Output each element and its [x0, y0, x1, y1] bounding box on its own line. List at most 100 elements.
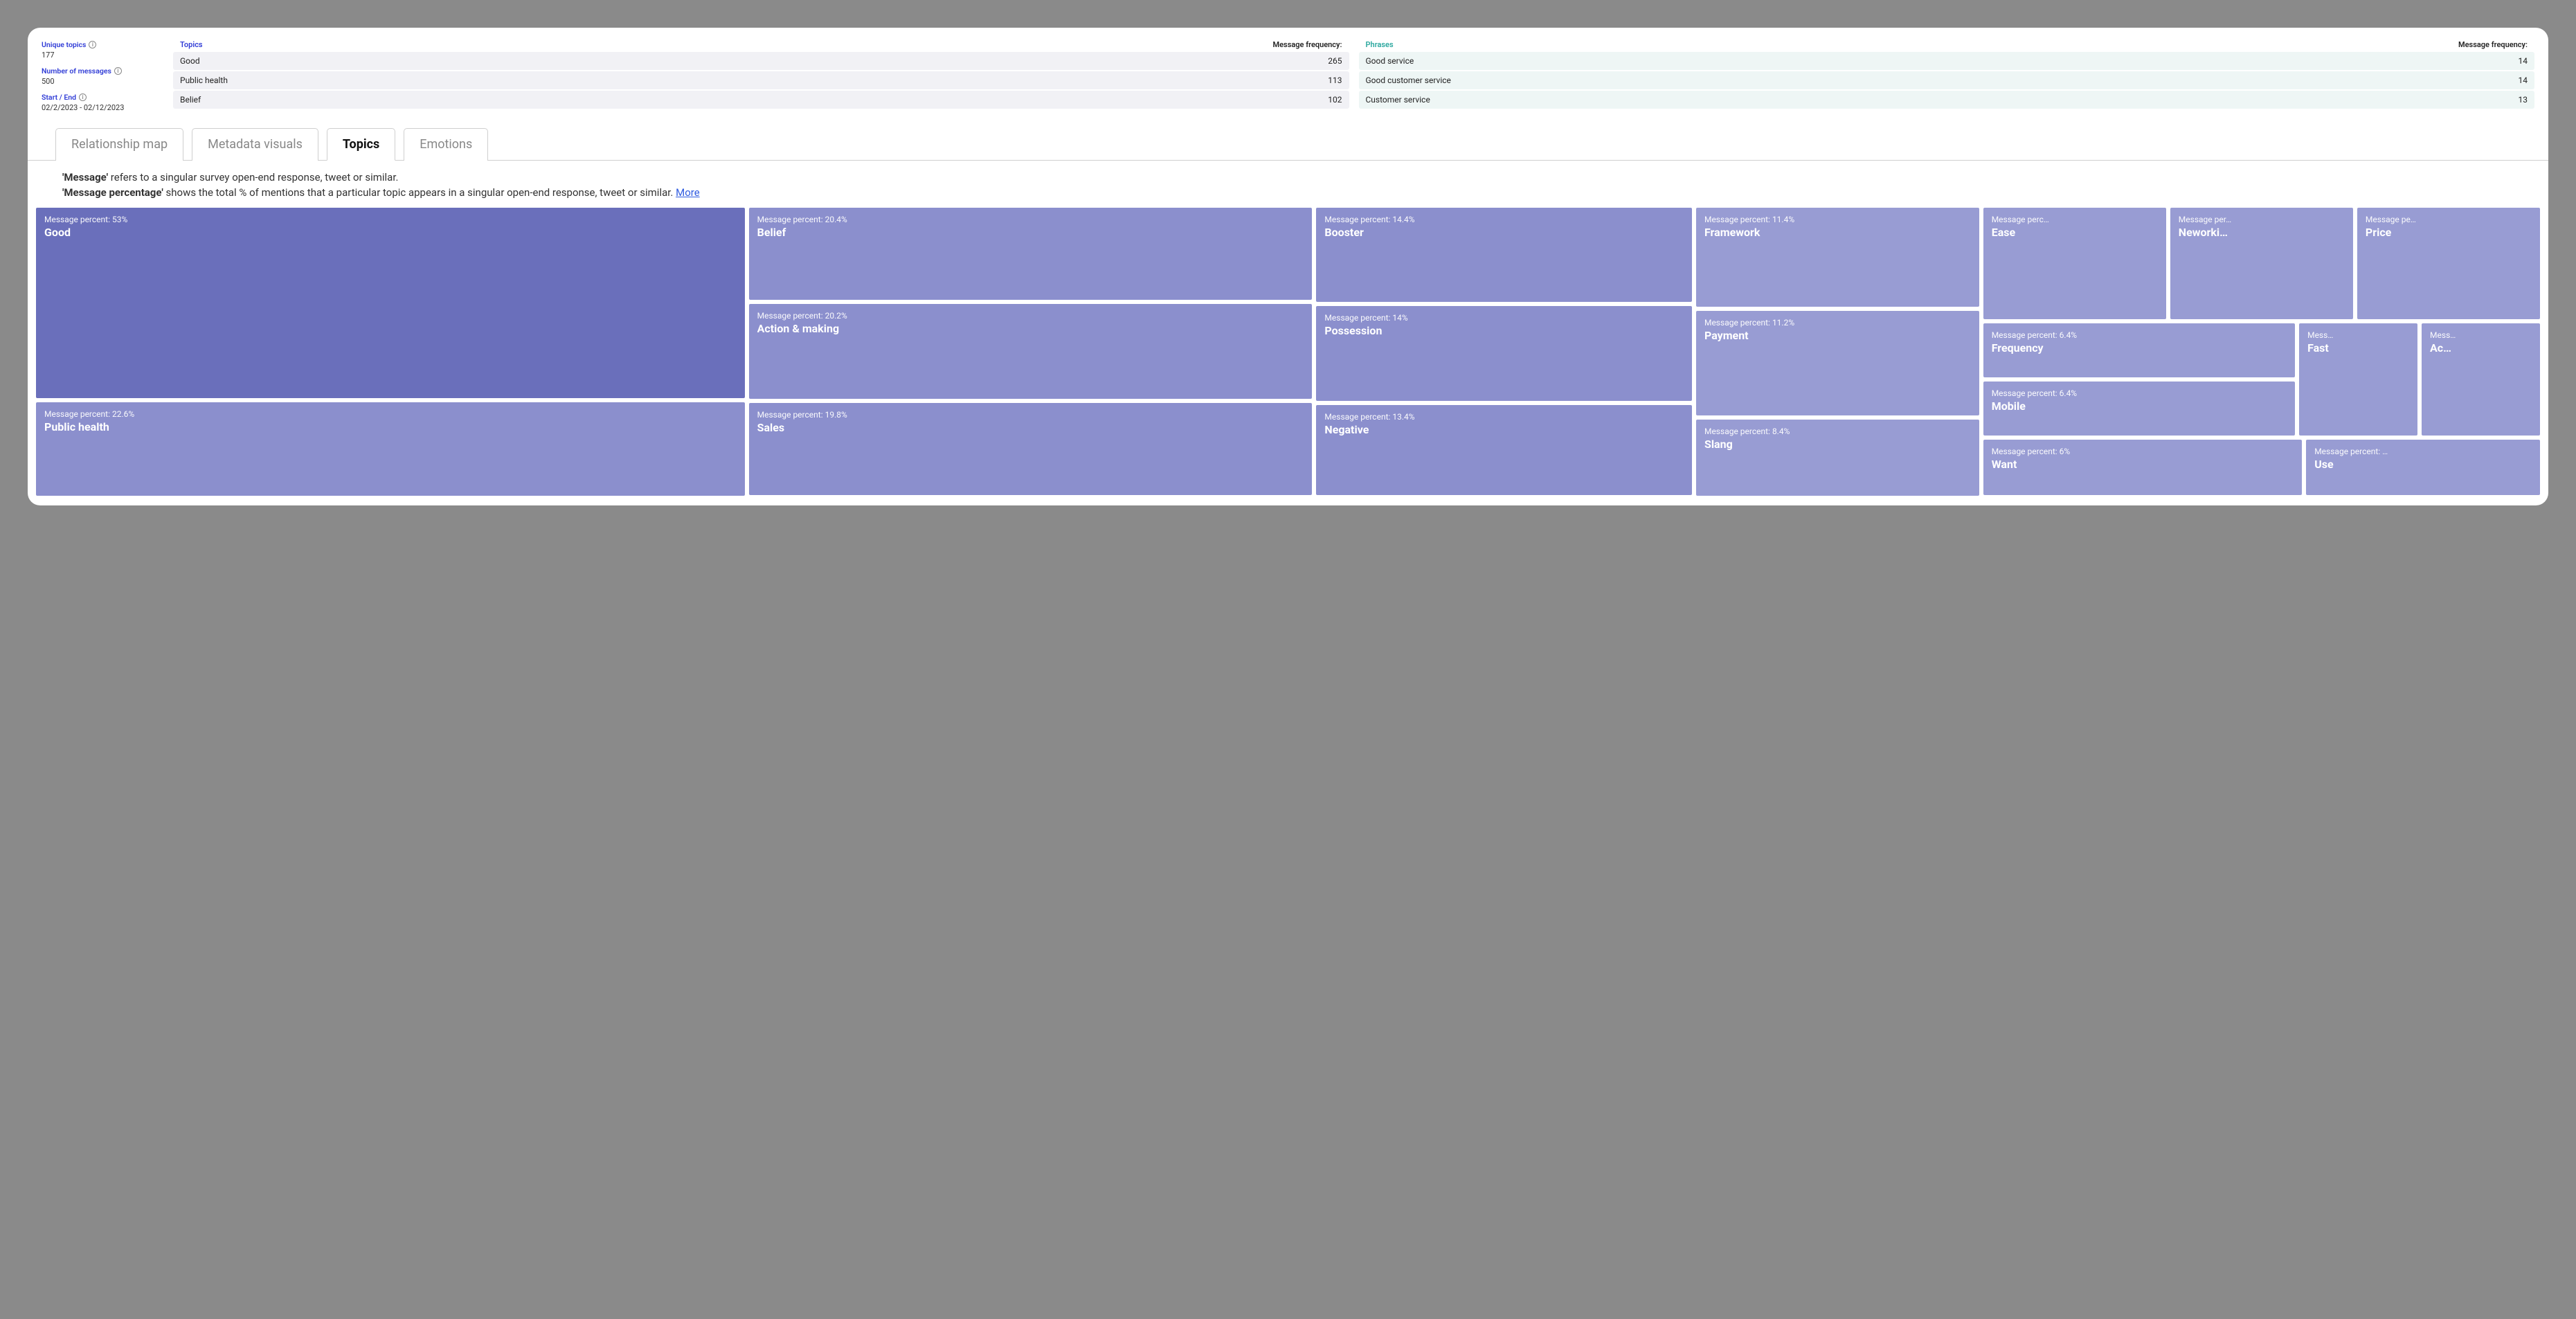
stat-label: Number of messages [42, 66, 111, 75]
stats-column: Unique topics i 177 Number of messages i… [42, 40, 159, 119]
treemap-cell-payment[interactable]: Message percent: 11.2% Payment [1696, 311, 1979, 415]
cell-pct: Message percent: 6.4% [1992, 388, 2287, 398]
cell-pct: Message percent: 11.2% [1704, 318, 1971, 327]
row-name: Good service [1366, 56, 1414, 66]
tab-topics[interactable]: Topics [327, 128, 395, 161]
stat-label: Unique topics [42, 40, 86, 49]
topics-treemap: Message percent: 53% Good Message percen… [28, 208, 2548, 505]
treemap-cell-mobile[interactable]: Message percent: 6.4% Mobile [1983, 382, 2295, 436]
stat-value: 500 [42, 77, 159, 86]
treemap-cell-belief[interactable]: Message percent: 20.4% Belief [749, 208, 1313, 300]
info-icon[interactable]: i [89, 41, 96, 48]
cell-pct: Message percent: … [2314, 447, 2532, 456]
cell-name: Want [1992, 458, 2294, 471]
stat-unique-topics: Unique topics i 177 [42, 40, 159, 60]
treemap-cell-booster[interactable]: Message percent: 14.4% Booster [1316, 208, 1692, 303]
table-freq-label: Message frequency: [1273, 40, 1342, 49]
treemap-cell-ease[interactable]: Message perc… Ease [1983, 208, 2166, 320]
treemap-cell-action-making[interactable]: Message percent: 20.2% Action & making [749, 304, 1313, 399]
desc-text: shows the total % of mentions that a par… [163, 186, 676, 199]
table-row[interactable]: Good 265 [173, 52, 1349, 70]
cell-name: Possession [1324, 324, 1684, 337]
cell-pct: Message perc… [1992, 215, 2158, 224]
info-icon[interactable]: i [114, 67, 122, 75]
cell-pct: Message percent: 6.4% [1992, 330, 2287, 340]
cell-name: Public health [44, 420, 737, 433]
treemap-cell-negative[interactable]: Message percent: 13.4% Negative [1316, 405, 1692, 495]
cell-pct: Message percent: 22.6% [44, 409, 737, 419]
treemap-cell-sales[interactable]: Message percent: 19.8% Sales [749, 403, 1313, 496]
stat-label: Start / End [42, 93, 76, 102]
treemap-cell-good[interactable]: Message percent: 53% Good [36, 208, 745, 398]
summary-tables: Topics Message frequency: Good 265 Publi… [173, 40, 2534, 119]
table-row[interactable]: Public health 113 [173, 71, 1349, 89]
table-row[interactable]: Good service 14 [1359, 52, 2535, 70]
row-freq: 13 [2519, 95, 2528, 105]
cell-name: Booster [1324, 226, 1684, 239]
summary-bar: Unique topics i 177 Number of messages i… [28, 28, 2548, 127]
cell-pct: Message percent: 6% [1992, 447, 2294, 456]
row-name: Good [180, 56, 200, 66]
cell-pct: Message percent: 19.8% [757, 410, 1304, 420]
treemap-cell-use[interactable]: Message percent: … Use [2306, 440, 2540, 496]
cell-pct: Message percent: 14% [1324, 313, 1684, 323]
cell-name: Fast [2307, 341, 2409, 355]
cell-name: Mobile [1992, 400, 2287, 413]
cell-pct: Message percent: 53% [44, 215, 737, 224]
row-freq: 102 [1328, 95, 1342, 105]
stat-start-end: Start / End i 02/2/2023 - 02/12/2023 [42, 93, 159, 112]
desc-text: refers to a singular survey open-end res… [108, 171, 398, 183]
cell-name: Sales [757, 421, 1304, 434]
treemap-cell-frequency[interactable]: Message percent: 6.4% Frequency [1983, 323, 2295, 377]
info-icon[interactable]: i [79, 93, 87, 101]
tab-relationship-map[interactable]: Relationship map [55, 128, 183, 161]
cell-name: Ease [1992, 226, 2158, 239]
treemap-cell-slang[interactable]: Message percent: 8.4% Slang [1696, 420, 1979, 495]
cell-pct: Message percent: 13.4% [1324, 412, 1684, 422]
treemap-cell-neworking[interactable]: Message per… Neworki… [2170, 208, 2353, 320]
tab-emotions[interactable]: Emotions [404, 128, 488, 161]
table-title: Topics [180, 40, 203, 49]
cell-name: Belief [757, 226, 1304, 239]
treemap-cell-fast[interactable]: Mess… Fast [2299, 323, 2417, 436]
stat-value: 177 [42, 51, 159, 60]
row-freq: 113 [1328, 75, 1342, 85]
row-freq: 14 [2519, 75, 2528, 85]
cell-name: Slang [1704, 438, 1971, 451]
topics-table: Topics Message frequency: Good 265 Publi… [173, 40, 1349, 119]
tab-metadata-visuals[interactable]: Metadata visuals [192, 128, 318, 161]
treemap-cell-price[interactable]: Message pe… Price [2357, 208, 2540, 320]
more-link[interactable]: More [676, 186, 700, 199]
tabs: Relationship map Metadata visuals Topics… [28, 127, 2548, 161]
cell-pct: Mess… [2307, 330, 2409, 340]
cell-pct: Message per… [2179, 215, 2345, 224]
cell-name: Good [44, 226, 737, 239]
treemap-cell-possession[interactable]: Message percent: 14% Possession [1316, 306, 1692, 401]
treemap-cell-framework[interactable]: Message percent: 11.4% Framework [1696, 208, 1979, 307]
cell-pct: Mess… [2430, 330, 2532, 340]
table-row[interactable]: Belief 102 [173, 91, 1349, 109]
row-name: Good customer service [1366, 75, 1451, 85]
treemap-cell-want[interactable]: Message percent: 6% Want [1983, 440, 2303, 496]
table-row[interactable]: Good customer service 14 [1359, 71, 2535, 89]
desc-term: 'Message' [62, 171, 108, 183]
treemap-cell-account[interactable]: Mess… Ac… [2422, 323, 2540, 436]
stat-num-messages: Number of messages i 500 [42, 66, 159, 86]
row-name: Customer service [1366, 95, 1430, 105]
row-freq: 14 [2519, 56, 2528, 66]
cell-name: Action & making [757, 322, 1304, 335]
row-freq: 265 [1328, 56, 1342, 66]
cell-pct: Message percent: 11.4% [1704, 215, 1971, 224]
row-name: Public health [180, 75, 228, 85]
stat-value: 02/2/2023 - 02/12/2023 [42, 103, 159, 112]
cell-name: Neworki… [2179, 226, 2345, 239]
treemap-cell-public-health[interactable]: Message percent: 22.6% Public health [36, 402, 745, 496]
row-name: Belief [180, 95, 201, 105]
table-row[interactable]: Customer service 13 [1359, 91, 2535, 109]
description: 'Message' refers to a singular survey op… [28, 161, 2548, 208]
cell-pct: Message percent: 20.4% [757, 215, 1304, 224]
phrases-table: Phrases Message frequency: Good service … [1359, 40, 2535, 119]
cell-name: Ac… [2430, 341, 2532, 355]
dashboard-panel: Unique topics i 177 Number of messages i… [28, 28, 2548, 505]
table-title: Phrases [1366, 40, 1394, 49]
